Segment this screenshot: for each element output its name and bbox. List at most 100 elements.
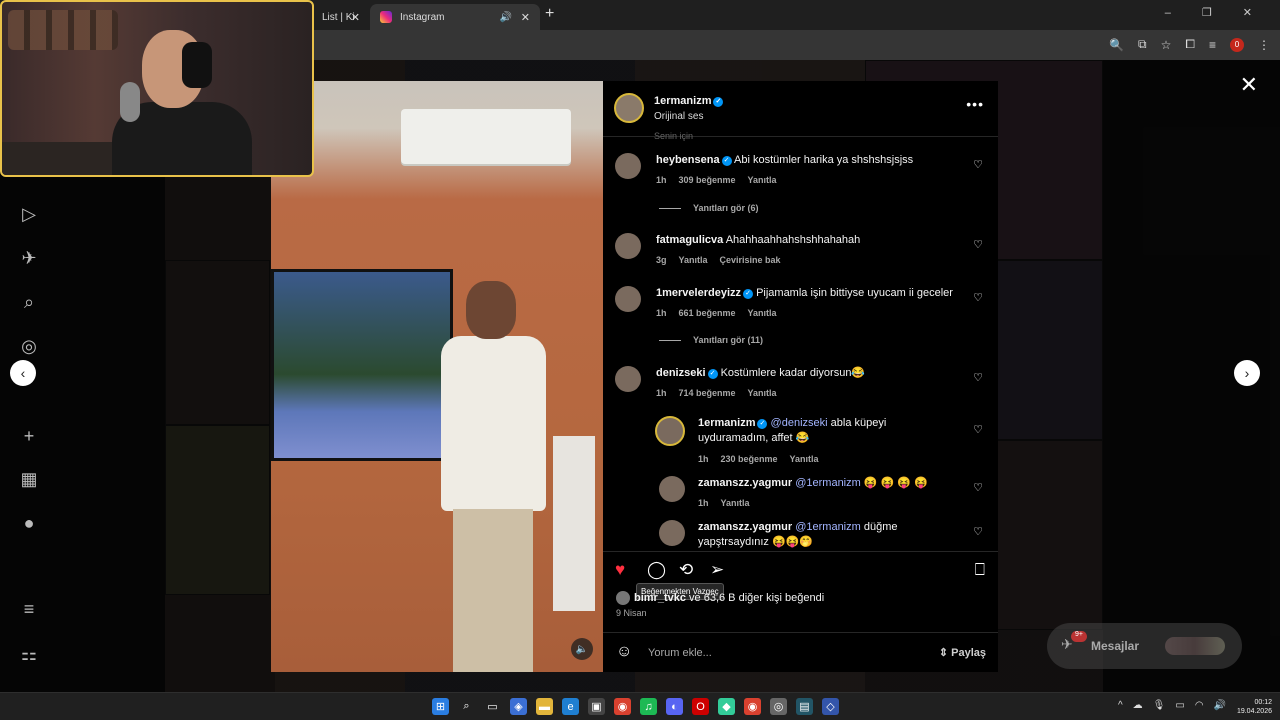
view-replies-button[interactable]: Yanıtları gör (11) [659, 335, 763, 345]
mic-icon[interactable]: 🎙 [1153, 700, 1166, 711]
create-icon[interactable]: + [18, 425, 40, 447]
share-icon[interactable]: ➢ [710, 560, 724, 580]
prev-post-button[interactable]: ‹ [10, 360, 36, 386]
next-post-button[interactable]: › [1234, 360, 1260, 386]
reels-icon[interactable]: ▷ [18, 203, 40, 225]
zoom-icon[interactable]: 🔍 [1109, 38, 1124, 52]
store-icon[interactable]: ▣ [588, 698, 605, 715]
comment-likes[interactable]: 714 beğenme [679, 388, 736, 398]
comment-username[interactable]: zamanszz.yagmur [698, 521, 792, 533]
save-bookmark-icon[interactable]: ⎕ [975, 560, 985, 580]
copilot-icon[interactable]: ◈ [510, 698, 527, 715]
commenter-avatar[interactable] [659, 476, 685, 502]
close-tab-icon[interactable]: ✕ [521, 11, 530, 24]
file-explorer-icon[interactable]: ▬ [536, 698, 553, 715]
chevron-up-icon[interactable]: ^ [1118, 700, 1123, 711]
close-tab-icon[interactable]: ✕ [351, 11, 360, 24]
like-heart-icon[interactable]: ♥ [615, 560, 625, 580]
reply-button[interactable]: Yanıtla [748, 388, 777, 398]
commenter-avatar[interactable] [615, 366, 641, 392]
messages-icon[interactable]: ✈ [18, 247, 40, 269]
discord-icon[interactable]: ◐ [666, 698, 683, 715]
commenter-avatar[interactable] [655, 416, 685, 446]
volume-icon[interactable]: 🔈 [571, 638, 593, 660]
new-tab-button[interactable]: + [545, 5, 554, 23]
like-comment-icon[interactable]: ♡ [973, 423, 983, 436]
obs-icon[interactable]: ◎ [770, 698, 787, 715]
reply-button[interactable]: Yanıtla [790, 454, 819, 464]
comment-username[interactable]: 1ermanizm [698, 417, 755, 429]
like-comment-icon[interactable]: ♡ [973, 238, 983, 251]
task-view-icon[interactable]: ▭ [484, 698, 501, 715]
chrome-icon[interactable]: ◉ [614, 698, 631, 715]
like-comment-icon[interactable]: ♡ [973, 291, 983, 304]
commenter-avatar[interactable] [615, 233, 641, 259]
volume-icon[interactable]: 🔊 [1214, 700, 1226, 711]
edge-icon[interactable]: e [562, 698, 579, 715]
reply-button[interactable]: Yanıtla [679, 255, 708, 265]
profile-icon[interactable]: ● [18, 512, 40, 534]
app-icon[interactable]: ▤ [796, 698, 813, 715]
likes-summary[interactable]: bimr_tvkc ve 63,6 B diğer kişi beğendi [616, 591, 824, 605]
opera-icon[interactable]: O [692, 698, 709, 715]
close-modal-icon[interactable]: ✕ [1240, 72, 1258, 98]
apps-icon[interactable]: ⚏ [18, 643, 40, 665]
mention-link[interactable]: @1ermanizm [795, 521, 861, 533]
comment-input[interactable]: Yorum ekle... [648, 647, 712, 659]
dashboard-icon[interactable]: ▦ [18, 468, 40, 490]
window-controls[interactable]: – ❐ ✕ [1165, 6, 1266, 19]
liker-username[interactable]: bimr_tvkc [634, 592, 686, 604]
explore-icon[interactable]: ◎ [18, 335, 40, 357]
messages-pill[interactable]: ✈ 9+ Mesajlar [1047, 623, 1242, 669]
author-avatar[interactable] [614, 93, 644, 123]
menu-icon[interactable]: ⋮ [1258, 38, 1270, 52]
translate-button[interactable]: Çevirisine bak [720, 255, 781, 265]
extensions-icon[interactable]: ⧠ [1185, 37, 1195, 52]
emoji-icon[interactable]: ☺ [616, 643, 632, 661]
comment-username[interactable]: denizseki [656, 367, 706, 379]
start-icon[interactable]: ⊞ [432, 698, 449, 715]
profile-avatar[interactable]: 0 [1230, 37, 1244, 52]
commenter-avatar[interactable] [615, 153, 641, 179]
share-button[interactable]: ⇕ Paylaş [939, 646, 986, 659]
comment-username[interactable]: zamanszz.yagmur [698, 477, 792, 489]
display-icon[interactable]: ▭ [1175, 700, 1184, 711]
tab-instagram[interactable]: Instagram 🔊 ✕ [370, 4, 540, 30]
like-comment-icon[interactable]: ♡ [973, 481, 983, 494]
comment-username[interactable]: 1mervelerdeyizz [656, 287, 741, 299]
view-replies-button[interactable]: Yanıtları gör (6) [659, 203, 759, 213]
like-comment-icon[interactable]: ♡ [973, 371, 983, 384]
like-comment-icon[interactable]: ♡ [973, 525, 983, 538]
clock[interactable]: 00:12 19.04.2026 [1237, 698, 1272, 716]
reply-button[interactable]: Yanıtla [748, 308, 777, 318]
reel-video[interactable]: 🔈 [271, 81, 603, 672]
cloud-icon[interactable]: ☁ [1133, 700, 1143, 711]
commenter-avatar[interactable] [659, 520, 685, 546]
install-icon[interactable]: ⧉ [1138, 37, 1147, 52]
more-menu-icon[interactable]: ≡ [18, 598, 40, 620]
reply-button[interactable]: Yanıtla [748, 175, 777, 185]
spotify-icon[interactable]: ♫ [640, 698, 657, 715]
comment-username[interactable]: heybensena [656, 154, 720, 166]
speaker-icon[interactable]: 🔊 [500, 12, 512, 23]
more-options-icon[interactable]: ••• [966, 96, 984, 112]
author-username[interactable]: 1ermanizm ✓ [654, 95, 724, 107]
comment-likes[interactable]: 309 beğenme [679, 175, 736, 185]
comment-icon[interactable]: ◯ [647, 560, 666, 580]
mention-link[interactable]: @1ermanizm [795, 477, 861, 489]
comment-likes[interactable]: 661 beğenme [679, 308, 736, 318]
repost-icon[interactable]: ⟲ [679, 560, 693, 580]
app-icon[interactable]: ◇ [822, 698, 839, 715]
comment-likes[interactable]: 230 beğenme [721, 454, 778, 464]
commenter-avatar[interactable] [615, 286, 641, 312]
wifi-icon[interactable]: ◠ [1195, 700, 1204, 711]
search-icon[interactable]: ⌕ [458, 698, 475, 715]
tab-list[interactable]: List | Ki ✕ [312, 4, 370, 30]
audio-label[interactable]: Orijinal ses [654, 111, 703, 122]
bookmark-star-icon[interactable]: ☆ [1161, 38, 1172, 52]
media-icon[interactable]: ≡ [1209, 38, 1216, 52]
like-comment-icon[interactable]: ♡ [973, 158, 983, 171]
search-icon[interactable]: ⌕ [18, 291, 40, 313]
app-icon[interactable]: ◆ [718, 698, 735, 715]
mention-link[interactable]: @denizseki [771, 417, 828, 429]
